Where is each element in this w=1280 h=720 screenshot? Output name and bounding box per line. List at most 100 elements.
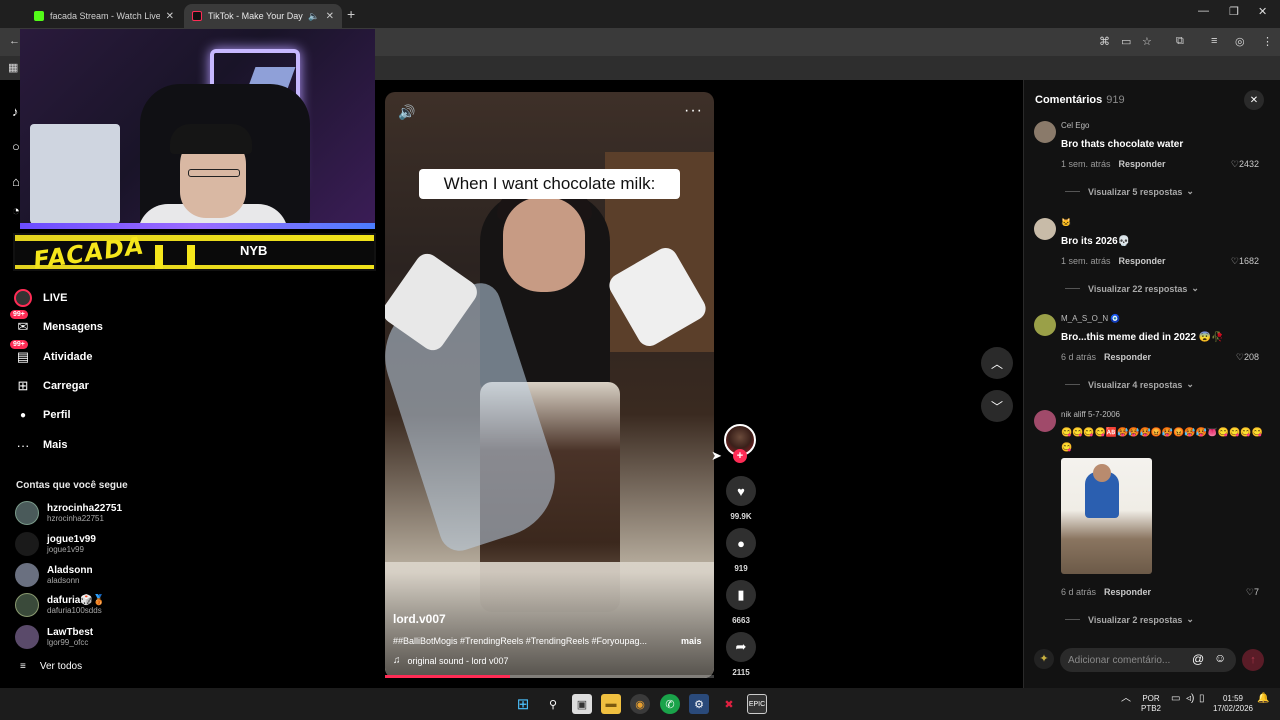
avatar[interactable] bbox=[1034, 314, 1056, 336]
following-account[interactable]: jogue1v99 jogue1v99 bbox=[15, 531, 96, 557]
reply-button[interactable]: Responder bbox=[1119, 256, 1166, 266]
new-tab-icon[interactable]: + bbox=[347, 6, 355, 22]
comment-user[interactable]: M_A_S_O_N 🧿 bbox=[1061, 314, 1120, 323]
menu-icon[interactable]: ⋮ bbox=[1262, 35, 1273, 48]
following-account[interactable]: LawTbest lgor99_ofcc bbox=[15, 624, 93, 650]
back-icon[interactable]: ← bbox=[9, 35, 20, 47]
comment-item: 🐱 Bro its 2026💀 1 sem. atrás Responder ♡1… bbox=[1034, 218, 1266, 300]
view-replies-button[interactable]: Visualizar 22 respostas ⌄ bbox=[1065, 283, 1199, 294]
emoji-icon[interactable]: ☺ bbox=[1214, 651, 1226, 665]
sidebar-item-messages[interactable]: ✉ 99+ Mensagens bbox=[10, 310, 103, 338]
save-button[interactable]: ▮ 6663 bbox=[725, 580, 757, 625]
view-replies-button[interactable]: Visualizar 2 respostas ⌄ bbox=[1065, 614, 1194, 625]
following-account[interactable]: dafuria🎲🥉 dafuria100sdds bbox=[15, 592, 105, 618]
live-icon bbox=[13, 288, 33, 308]
extensions-icon[interactable]: ⧉ bbox=[1176, 35, 1184, 48]
speaker-icon[interactable]: 🔈 bbox=[308, 11, 319, 22]
avatar[interactable] bbox=[1034, 218, 1056, 240]
send-button[interactable]: ↑ bbox=[1242, 649, 1264, 671]
window-close-icon[interactable]: ✕ bbox=[1258, 5, 1267, 18]
steam-icon[interactable]: ⚙ bbox=[689, 694, 709, 714]
like-button[interactable]: ♥ 99.9K bbox=[725, 476, 757, 521]
heart-outline-icon: ♡ bbox=[1230, 256, 1239, 266]
volume-icon[interactable]: ◃) bbox=[1186, 694, 1194, 704]
volume-icon[interactable]: 🔊 bbox=[398, 104, 415, 121]
battery-icon[interactable]: ▯ bbox=[1199, 694, 1205, 704]
mention-icon[interactable]: @ bbox=[1192, 652, 1204, 666]
clock-time: 01:59 bbox=[1222, 694, 1244, 703]
hashtags[interactable]: ##BalliBotMogis #TrendingReels #Trending… bbox=[393, 636, 675, 646]
comment-like-button[interactable]: ♡1682 bbox=[1231, 256, 1259, 267]
cast-icon[interactable]: ▭ bbox=[1121, 35, 1131, 48]
view-replies-label: Visualizar 22 respostas bbox=[1088, 283, 1188, 294]
close-comments-button[interactable]: ✕ bbox=[1244, 90, 1264, 110]
search-icon[interactable]: ⚲ bbox=[543, 694, 563, 714]
tab-title: facada Stream - Watch Live on Kick bbox=[50, 11, 160, 21]
see-all-link[interactable]: ≡ Ver todos bbox=[20, 661, 82, 672]
sidebar-item-more[interactable]: ··· Mais bbox=[13, 434, 68, 456]
previous-video-button[interactable]: ︿ bbox=[981, 347, 1013, 379]
more-link[interactable]: mais bbox=[681, 636, 702, 646]
following-account[interactable]: Aladsonn aladsonn bbox=[15, 562, 93, 588]
share-button[interactable]: ➦ 2115 bbox=[725, 632, 757, 677]
comment-text: Bro its 2026💀 bbox=[1061, 236, 1131, 247]
lang-layout: PTB2 bbox=[1141, 704, 1162, 713]
video-author[interactable]: lord.v007 bbox=[393, 612, 446, 626]
avatar[interactable] bbox=[1034, 410, 1056, 432]
clock[interactable]: 01:59 17/02/2026 bbox=[1209, 694, 1257, 714]
follow-plus-icon[interactable]: + bbox=[733, 449, 747, 463]
view-replies-button[interactable]: Visualizar 5 respostas ⌄ bbox=[1065, 186, 1194, 197]
sidebar-item-activity[interactable]: ▤ 99+ Atividade bbox=[10, 340, 93, 368]
sidebar-item-profile[interactable]: ● Perfil bbox=[13, 404, 71, 426]
chevron-down-icon: ⌄ bbox=[1186, 186, 1194, 196]
following-account[interactable]: hzrocinha22751 hzrocinha22751 bbox=[15, 500, 122, 526]
reply-button[interactable]: Responder bbox=[1119, 159, 1166, 169]
sidebar-item-upload[interactable]: ⊞ Carregar bbox=[13, 375, 89, 397]
network-icon[interactable]: ▭ bbox=[1171, 694, 1180, 704]
next-video-button[interactable]: ﹀ bbox=[981, 390, 1013, 422]
comment-input[interactable] bbox=[1060, 648, 1236, 672]
app-x-icon[interactable]: ✖ bbox=[719, 694, 739, 714]
video-progress-bar[interactable] bbox=[385, 675, 714, 678]
language-indicator[interactable]: POR PTB2 bbox=[1141, 694, 1161, 714]
minimize-icon[interactable]: — bbox=[1198, 5, 1209, 17]
chrome-icon[interactable]: ◉ bbox=[630, 694, 650, 714]
sidebar-item-live[interactable]: LIVE bbox=[13, 287, 67, 309]
epic-games-icon[interactable]: EPIC bbox=[747, 694, 767, 714]
sidebar-item-label: Mais bbox=[43, 439, 68, 451]
view-replies-button[interactable]: Visualizar 4 respostas ⌄ bbox=[1065, 379, 1194, 390]
bookmark-star-icon[interactable]: ☆ bbox=[1142, 35, 1152, 48]
windows-start-icon[interactable]: ⊞ bbox=[513, 694, 533, 714]
restore-icon[interactable]: ❐ bbox=[1229, 5, 1239, 18]
comment-user[interactable]: nik aliff 5-7-2006 bbox=[1061, 410, 1120, 419]
comment-button[interactable]: ● 919 bbox=[725, 528, 757, 573]
comment-like-button[interactable]: ♡2432 bbox=[1231, 159, 1259, 170]
whatsapp-icon[interactable]: ✆ bbox=[660, 694, 680, 714]
task-view-icon[interactable]: ▣ bbox=[572, 694, 592, 714]
avatar[interactable] bbox=[1034, 121, 1056, 143]
close-icon[interactable]: ✕ bbox=[326, 11, 334, 22]
account-icon[interactable]: ◎ bbox=[1235, 35, 1245, 48]
tab-tiktok[interactable]: TikTok - Make Your Day 🔈 ✕ bbox=[184, 4, 342, 28]
reply-button[interactable]: Responder bbox=[1104, 587, 1151, 597]
more-options-icon[interactable]: ··· bbox=[684, 102, 703, 120]
user-avatar: ✦ bbox=[1034, 649, 1054, 669]
comment-user[interactable]: 🐱 bbox=[1061, 218, 1071, 227]
comment-meta: 6 d atrás Responder bbox=[1061, 352, 1151, 362]
translate-icon[interactable]: ⌘ bbox=[1099, 35, 1110, 48]
file-explorer-icon[interactable]: ▬ bbox=[601, 694, 621, 714]
close-icon[interactable]: ✕ bbox=[166, 11, 174, 22]
comment-like-count: 7 bbox=[1253, 587, 1259, 597]
media-icon[interactable]: ≡ bbox=[1211, 35, 1217, 47]
sound-link[interactable]: ♫ original sound - lord v007 bbox=[393, 655, 509, 666]
tab-kick-stream[interactable]: facada Stream - Watch Live on Kick ✕ bbox=[26, 4, 182, 28]
tray-chevron-icon[interactable]: ︿ bbox=[1121, 694, 1131, 704]
comment-user[interactable]: Cel Ego bbox=[1061, 121, 1089, 130]
comment-like-button[interactable]: ♡7 bbox=[1246, 587, 1259, 598]
comment-image-thumbnail[interactable] bbox=[1061, 458, 1152, 574]
apps-icon[interactable]: ▦ bbox=[8, 61, 18, 74]
reply-button[interactable]: Responder bbox=[1104, 352, 1151, 362]
comment-text: Bro thats chocolate water bbox=[1061, 139, 1184, 150]
notification-icon[interactable]: 🔔 bbox=[1257, 694, 1269, 704]
comment-like-button[interactable]: ♡208 bbox=[1236, 352, 1259, 363]
